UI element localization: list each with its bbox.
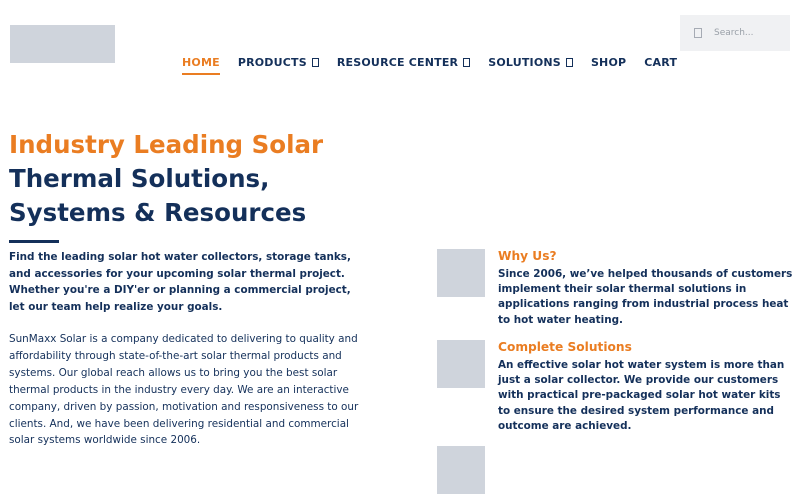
feature-text: An effective solar hot water system is m… [498, 359, 785, 432]
feature-image [437, 249, 485, 297]
dropdown-icon [311, 58, 319, 67]
nav-item-resource-center[interactable]: RESOURCE CENTER [336, 56, 471, 73]
feature-title: Why Us? [498, 249, 557, 263]
feature-text: Since 2006, we’ve helped thousands of cu… [498, 268, 793, 326]
feature-title: Complete Solutions [498, 340, 632, 354]
nav-item-shop[interactable]: SHOP [591, 56, 626, 73]
search-icon[interactable] [694, 28, 702, 38]
main-nav: HOME PRODUCTS RESOURCE CENTER SOLUTIONS … [182, 56, 695, 75]
hero-title: Industry Leading Solar Thermal Solutions… [9, 128, 323, 230]
hero-intro: Find the leading solar hot water collect… [9, 251, 351, 313]
nav-item-solutions[interactable]: SOLUTIONS [488, 56, 573, 73]
hero-body: SunMaxx Solar is a company dedicated to … [9, 333, 359, 447]
hero-title-line: Thermal Solutions, [9, 164, 270, 193]
hero-title-line: Systems & Resources [9, 198, 307, 227]
feature-image [437, 446, 485, 494]
search-box[interactable] [680, 15, 790, 51]
nav-item-label: RESOURCE CENTER [336, 56, 459, 69]
nav-item-cart[interactable]: CART [644, 56, 677, 73]
dropdown-icon [565, 58, 573, 67]
title-underline [9, 240, 59, 243]
nav-item-label: CART [644, 56, 678, 69]
nav-item-label: HOME [182, 56, 220, 69]
nav-item-label: PRODUCTS [237, 56, 307, 69]
dropdown-icon [463, 58, 471, 67]
nav-item-label: SOLUTIONS [488, 56, 561, 69]
feature-image [437, 340, 485, 388]
search-input[interactable] [714, 28, 784, 38]
nav-item-products[interactable]: PRODUCTS [238, 56, 319, 73]
nav-item-label: SHOP [590, 56, 627, 69]
hero-title-highlight: Industry Leading Solar [9, 130, 324, 159]
nav-item-home[interactable]: HOME [182, 56, 220, 75]
site-logo[interactable] [10, 25, 115, 63]
